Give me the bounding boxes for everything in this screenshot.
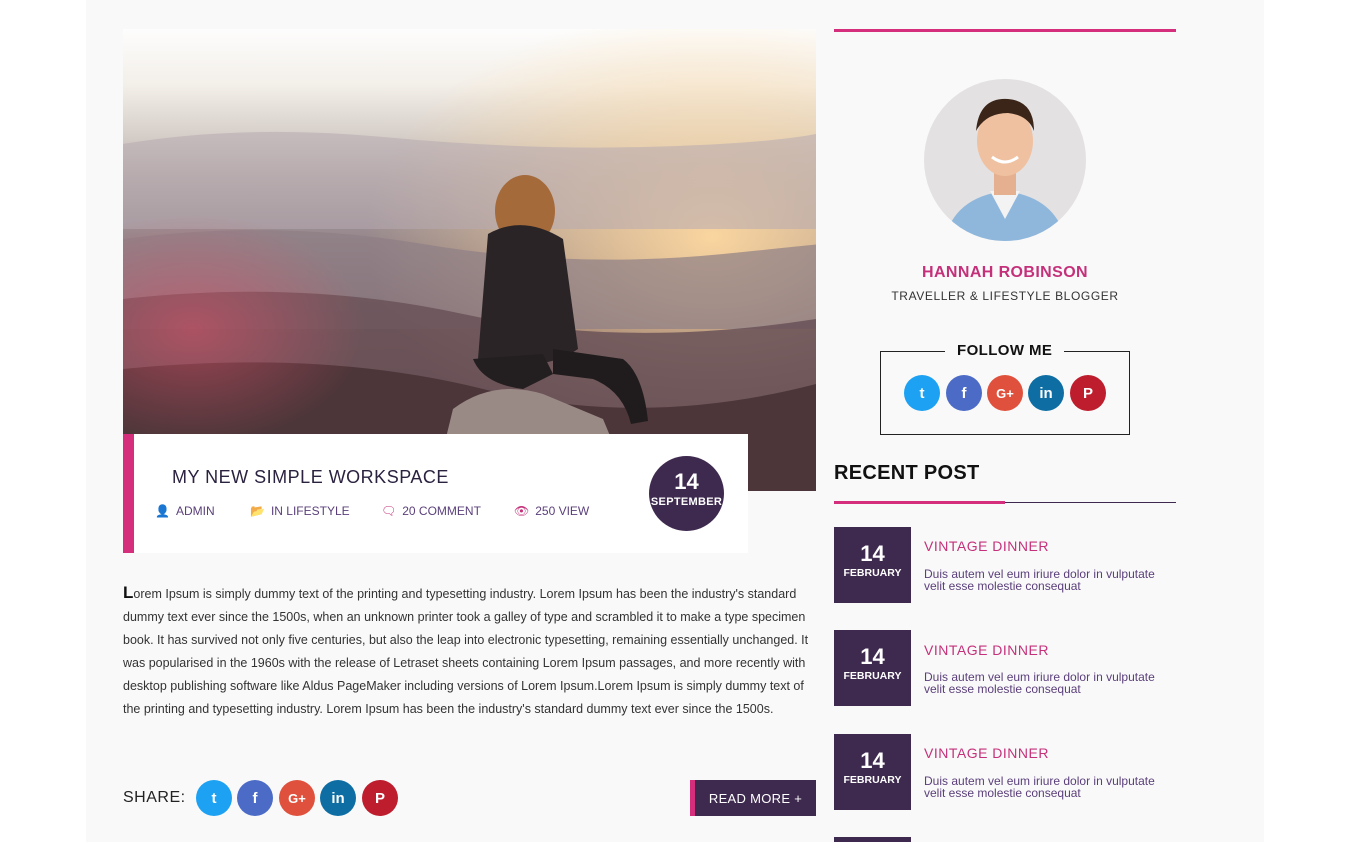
share-linkedin-button[interactable]: in bbox=[320, 780, 356, 816]
comment-icon: 🗨 bbox=[381, 504, 397, 518]
recent-post-day: 14 bbox=[860, 541, 885, 566]
follow-linkedin-button[interactable]: in bbox=[1028, 375, 1064, 411]
drop-cap: L bbox=[123, 583, 134, 602]
post-meta-author[interactable]: 👤 ADMIN bbox=[155, 504, 215, 518]
recent-post-day: 14 bbox=[860, 748, 885, 773]
recent-post-date: 14 FEBRUARY bbox=[834, 734, 911, 810]
share-twitter-button[interactable]: t bbox=[196, 780, 232, 816]
recent-post-excerpt: Duis autem vel eum iriure dolor in vulpu… bbox=[924, 567, 1155, 593]
blog-page: MY NEW SIMPLE WORKSPACE 👤 ADMIN 📂 IN LIF… bbox=[86, 0, 1264, 842]
post-title[interactable]: MY NEW SIMPLE WORKSPACE bbox=[172, 467, 449, 488]
recent-post-month: FEBRUARY bbox=[843, 567, 902, 579]
google-plus-icon: G+ bbox=[996, 385, 1014, 401]
author-name[interactable]: HANNAH ROBINSON bbox=[834, 264, 1176, 282]
follow-me-title: FOLLOW ME bbox=[945, 342, 1065, 359]
post-views: 250 VIEW bbox=[535, 504, 590, 518]
post-body: Lorem Ipsum is simply dummy text of the … bbox=[123, 581, 823, 721]
post-meta-views: 👁 250 VIEW bbox=[514, 504, 589, 518]
post-author: ADMIN bbox=[175, 504, 215, 518]
share-google-plus-button[interactable]: G+ bbox=[279, 780, 315, 816]
recent-post-title[interactable]: VINTAGE DINNER bbox=[924, 745, 1049, 761]
recent-post-month: FEBRUARY bbox=[843, 774, 902, 786]
recent-post-date-partial bbox=[834, 837, 911, 842]
recent-post-excerpt: Duis autem vel eum iriure dolor in vulpu… bbox=[924, 670, 1155, 696]
twitter-icon: t bbox=[211, 789, 217, 807]
post-meta-comments[interactable]: 🗨 20 COMMENT bbox=[381, 504, 481, 518]
post-comments: 20 COMMENT bbox=[402, 504, 481, 518]
post-category: IN LIFESTYLE bbox=[270, 504, 350, 518]
facebook-icon: f bbox=[252, 789, 258, 807]
follow-pinterest-button[interactable]: P bbox=[1070, 375, 1106, 411]
recent-post-divider-accent bbox=[834, 501, 1005, 504]
recent-post-date: 14 FEBRUARY bbox=[834, 630, 911, 706]
recent-post-title[interactable]: VINTAGE DINNER bbox=[924, 538, 1049, 554]
post-date-day: 14 bbox=[674, 469, 699, 494]
share-pinterest-button[interactable]: P bbox=[362, 780, 398, 816]
recent-post-day: 14 bbox=[860, 644, 885, 669]
share-label: SHARE: bbox=[123, 789, 186, 806]
author-photo bbox=[944, 98, 1066, 241]
follow-google-plus-button[interactable]: G+ bbox=[987, 375, 1023, 411]
post-body-text: orem Ipsum is simply dummy text of the p… bbox=[123, 587, 809, 716]
share-facebook-button[interactable]: f bbox=[237, 780, 273, 816]
eye-icon: 👁 bbox=[514, 504, 530, 518]
follow-twitter-button[interactable]: t bbox=[904, 375, 940, 411]
linkedin-icon: in bbox=[331, 789, 345, 807]
linkedin-icon: in bbox=[1039, 384, 1053, 402]
recent-post-date: 14 FEBRUARY bbox=[834, 527, 911, 603]
post-date-month: SEPTEMBER bbox=[650, 496, 723, 508]
post-featured-image[interactable] bbox=[123, 29, 816, 491]
pinterest-icon: P bbox=[374, 789, 385, 807]
recent-post-heading: RECENT POST bbox=[834, 462, 980, 484]
post-meta-category[interactable]: 📂 IN LIFESTYLE bbox=[250, 504, 350, 518]
sidebar-top-divider bbox=[834, 29, 1176, 32]
facebook-icon: f bbox=[961, 384, 967, 402]
pinterest-icon: P bbox=[1082, 384, 1093, 402]
google-plus-icon: G+ bbox=[288, 790, 306, 806]
author-avatar bbox=[924, 79, 1086, 241]
user-icon: 👤 bbox=[155, 504, 170, 518]
author-role: TRAVELLER & LIFESTYLE BLOGGER bbox=[891, 289, 1119, 303]
post-date-badge: 14 SEPTEMBER bbox=[649, 456, 724, 531]
post-title-card: MY NEW SIMPLE WORKSPACE 👤 ADMIN 📂 IN LIF… bbox=[123, 434, 748, 553]
follow-facebook-button[interactable]: f bbox=[946, 375, 982, 411]
recent-post-excerpt: Duis autem vel eum iriure dolor in vulpu… bbox=[924, 774, 1155, 800]
twitter-icon: t bbox=[919, 384, 925, 402]
landscape-photo bbox=[123, 29, 816, 491]
recent-post-title[interactable]: VINTAGE DINNER bbox=[924, 642, 1049, 658]
recent-post-month: FEBRUARY bbox=[843, 670, 902, 682]
read-more-button[interactable]: READ MORE + bbox=[690, 780, 816, 816]
folder-icon: 📂 bbox=[250, 504, 265, 518]
